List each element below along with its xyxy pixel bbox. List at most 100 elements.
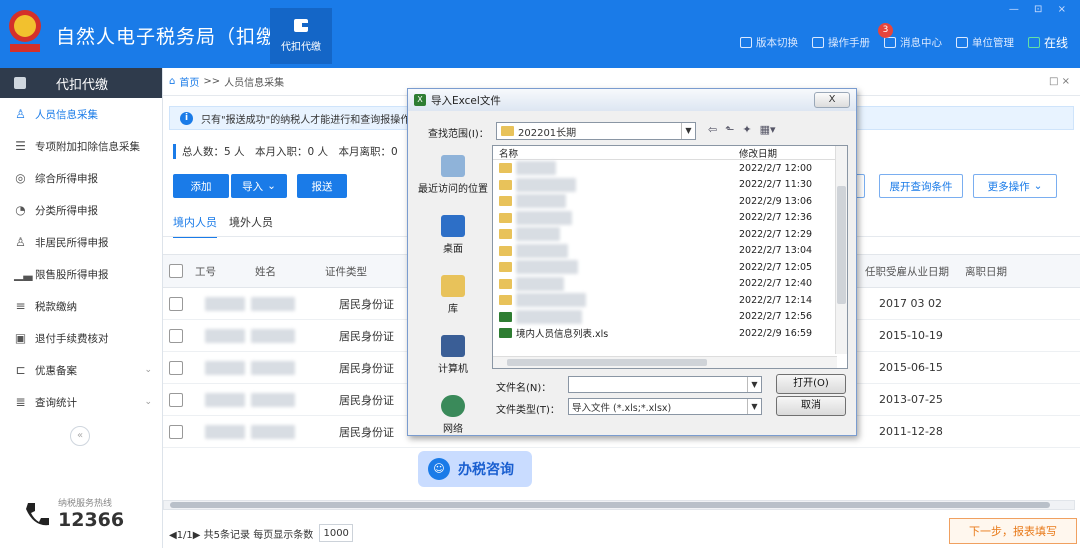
redacted-name <box>251 328 295 343</box>
row-checkbox[interactable] <box>169 296 183 311</box>
tab-domestic[interactable]: 境内人员 <box>173 214 217 238</box>
row-checkbox[interactable] <box>169 392 183 407</box>
tab-overseas[interactable]: 境外人员 <box>229 214 273 238</box>
hotline: 纳税服务热线 12366 <box>22 496 124 531</box>
scrollbar-thumb[interactable] <box>170 502 1050 508</box>
message-center-link[interactable]: 3 消息中心 <box>877 23 942 50</box>
sidebar-item-tax-payment[interactable]: ≡ 税款缴纳 <box>0 290 162 322</box>
sidebar-item-personnel[interactable]: ♙ 人员信息采集 <box>0 98 162 130</box>
sidebar-item-query-stats[interactable]: ≣ 查询统计 ⌄ <box>0 386 162 418</box>
file-list-vertical-scrollbar[interactable] <box>835 146 847 354</box>
stack-icon: ◎ <box>15 170 26 185</box>
view-menu-icon[interactable]: ▦▾ <box>760 123 776 136</box>
next-step-button[interactable]: 下一步，报表填写 <box>949 518 1077 544</box>
tab-withholding[interactable]: 代扣代缴 <box>270 8 332 64</box>
tax-consult-button[interactable]: ☺ 办税咨询 <box>418 451 532 487</box>
list-item[interactable]: 2022/2/7 12:05 <box>493 259 847 276</box>
place-network[interactable]: 网络 <box>418 385 488 445</box>
list-item[interactable]: 2022/2/7 13:04 <box>493 243 847 260</box>
new-folder-icon[interactable]: ✦ <box>742 123 751 136</box>
manual-link[interactable]: 操作手册 <box>811 35 870 50</box>
redacted-id <box>205 328 245 343</box>
page-close-button[interactable]: □ × <box>1049 76 1070 87</box>
list-item[interactable]: 2022/2/9 13:06 <box>493 193 847 210</box>
lookin-label: 查找范围(I)： <box>428 129 489 140</box>
list-item[interactable]: 2022/2/7 12:56 <box>493 309 847 326</box>
place-recent[interactable]: 最近访问的位置 <box>418 145 488 205</box>
pagination: ◀1/1▶ 共5条记录 每页显示条数 1000 <box>169 524 354 542</box>
sidebar-item-comprehensive-income[interactable]: ◎ 综合所得申报 <box>0 162 162 194</box>
message-icon <box>883 37 896 48</box>
personnel-tabs: 境内人员 境外人员 <box>173 214 273 238</box>
table-horizontal-scrollbar[interactable] <box>163 500 1075 510</box>
bracket-icon: ⊏ <box>15 362 26 377</box>
breadcrumb-home[interactable]: 首页 <box>179 74 199 89</box>
circle-icon: ◔ <box>15 202 26 217</box>
pay-icon: ≡ <box>15 298 26 313</box>
sidebar-collapse-button[interactable]: « <box>70 426 90 446</box>
cancel-button[interactable]: 取消 <box>776 396 846 416</box>
chevron-down-icon: ▼ <box>747 399 761 414</box>
places-bar: 最近访问的位置 桌面 库 计算机 网络 <box>418 145 488 445</box>
import-excel-dialog: X 导入Excel文件 X 查找范围(I)： 202201长期 ▼ ⇦ ⬑ ✦ … <box>407 88 857 436</box>
expand-filter-button[interactable]: 展开查询条件 <box>879 174 963 198</box>
wallet-icon <box>14 77 26 89</box>
up-folder-icon[interactable]: ⬑ <box>725 123 734 136</box>
place-computer[interactable]: 计算机 <box>418 325 488 385</box>
redacted-name <box>251 424 295 439</box>
unit-management-link[interactable]: 单位管理 <box>955 35 1014 50</box>
sidebar-item-classified-income[interactable]: ◔ 分类所得申报 <box>0 194 162 226</box>
back-icon[interactable]: ⇦ <box>708 123 717 136</box>
import-button[interactable]: 导入 ⌄ <box>231 174 287 198</box>
page-size-input[interactable]: 1000 <box>319 524 354 542</box>
online-status[interactable]: 在线 <box>1027 34 1068 51</box>
home-icon: ⌂ <box>169 76 176 87</box>
list-item[interactable]: 2022/2/7 12:00 <box>493 160 847 177</box>
sidebar-item-restricted-stock[interactable]: ▁▃ 限售股所得申报 <box>0 258 162 290</box>
list-item[interactable]: 2022/2/7 12:14 <box>493 292 847 309</box>
row-checkbox[interactable] <box>169 328 183 343</box>
redacted-name <box>251 360 295 375</box>
sidebar: 代扣代缴 ♙ 人员信息采集 ☰ 专项附加扣除信息采集 ◎ 综合所得申报 ◔ 分类所得申报… <box>0 68 163 548</box>
folder-icon <box>499 212 512 223</box>
row-checkbox[interactable] <box>169 424 183 439</box>
list-item[interactable]: 2022/2/7 11:30 <box>493 177 847 194</box>
open-button[interactable]: 打开(O) <box>776 374 846 394</box>
row-checkbox[interactable] <box>169 360 183 375</box>
redacted-name <box>251 296 295 311</box>
file-list: 名称 修改日期 2022/2/7 12:00 2022/2/7 11:30 20… <box>492 145 848 369</box>
version-switch-link[interactable]: 版本切换 <box>739 35 798 50</box>
dialog-close-button[interactable]: X <box>814 92 850 108</box>
sidebar-item-preferential-filing[interactable]: ⊏ 优惠备案 ⌄ <box>0 354 162 386</box>
add-button[interactable]: 添加 <box>173 174 229 198</box>
report-button[interactable]: 报送 <box>297 174 347 198</box>
list-item[interactable]: 2022/2/7 12:29 <box>493 226 847 243</box>
computer-icon <box>441 335 465 357</box>
select-all-checkbox[interactable] <box>169 264 183 278</box>
folder-icon <box>499 196 512 207</box>
filetype-select[interactable]: 导入文件 (*.xls;*.xlsx) ▼ <box>568 398 762 415</box>
scrollbar-thumb[interactable] <box>837 186 846 304</box>
list-icon: ☰ <box>15 138 26 153</box>
sidebar-item-special-deduction[interactable]: ☰ 专项附加扣除信息采集 <box>0 130 162 162</box>
redacted-id <box>205 296 245 311</box>
place-library[interactable]: 库 <box>418 265 488 325</box>
more-actions-button[interactable]: 更多操作 ⌄ <box>973 174 1057 198</box>
filename-input[interactable]: ▼ <box>568 376 762 393</box>
folder-icon <box>501 126 514 136</box>
list-item[interactable]: 2022/2/7 12:40 <box>493 276 847 293</box>
lookin-select[interactable]: 202201长期 ▼ <box>496 122 696 140</box>
sidebar-item-nonresident-income[interactable]: ♙ 非居民所得申报 <box>0 226 162 258</box>
place-desktop[interactable]: 桌面 <box>418 205 488 265</box>
info-icon: i <box>180 111 193 125</box>
top-bar: 自然人电子税务局（扣缴端） 代扣代缴 版本切换 操作手册 3 消息中心 单位管理 … <box>0 0 1080 68</box>
window-controls[interactable]: — ⊡ × <box>1009 4 1072 15</box>
excel-icon <box>499 311 512 322</box>
scrollbar-thumb[interactable] <box>507 359 707 366</box>
list-item[interactable]: 境内人员信息列表.xls 2022/2/9 16:59 <box>493 325 847 342</box>
sidebar-item-fee-refund[interactable]: ▣ 退付手续费核对 <box>0 322 162 354</box>
excel-icon: X <box>414 94 426 106</box>
person-outline-icon: ♙ <box>15 234 26 249</box>
list-item[interactable]: 2022/2/7 12:36 <box>493 210 847 227</box>
file-list-horizontal-scrollbar[interactable] <box>493 356 837 368</box>
